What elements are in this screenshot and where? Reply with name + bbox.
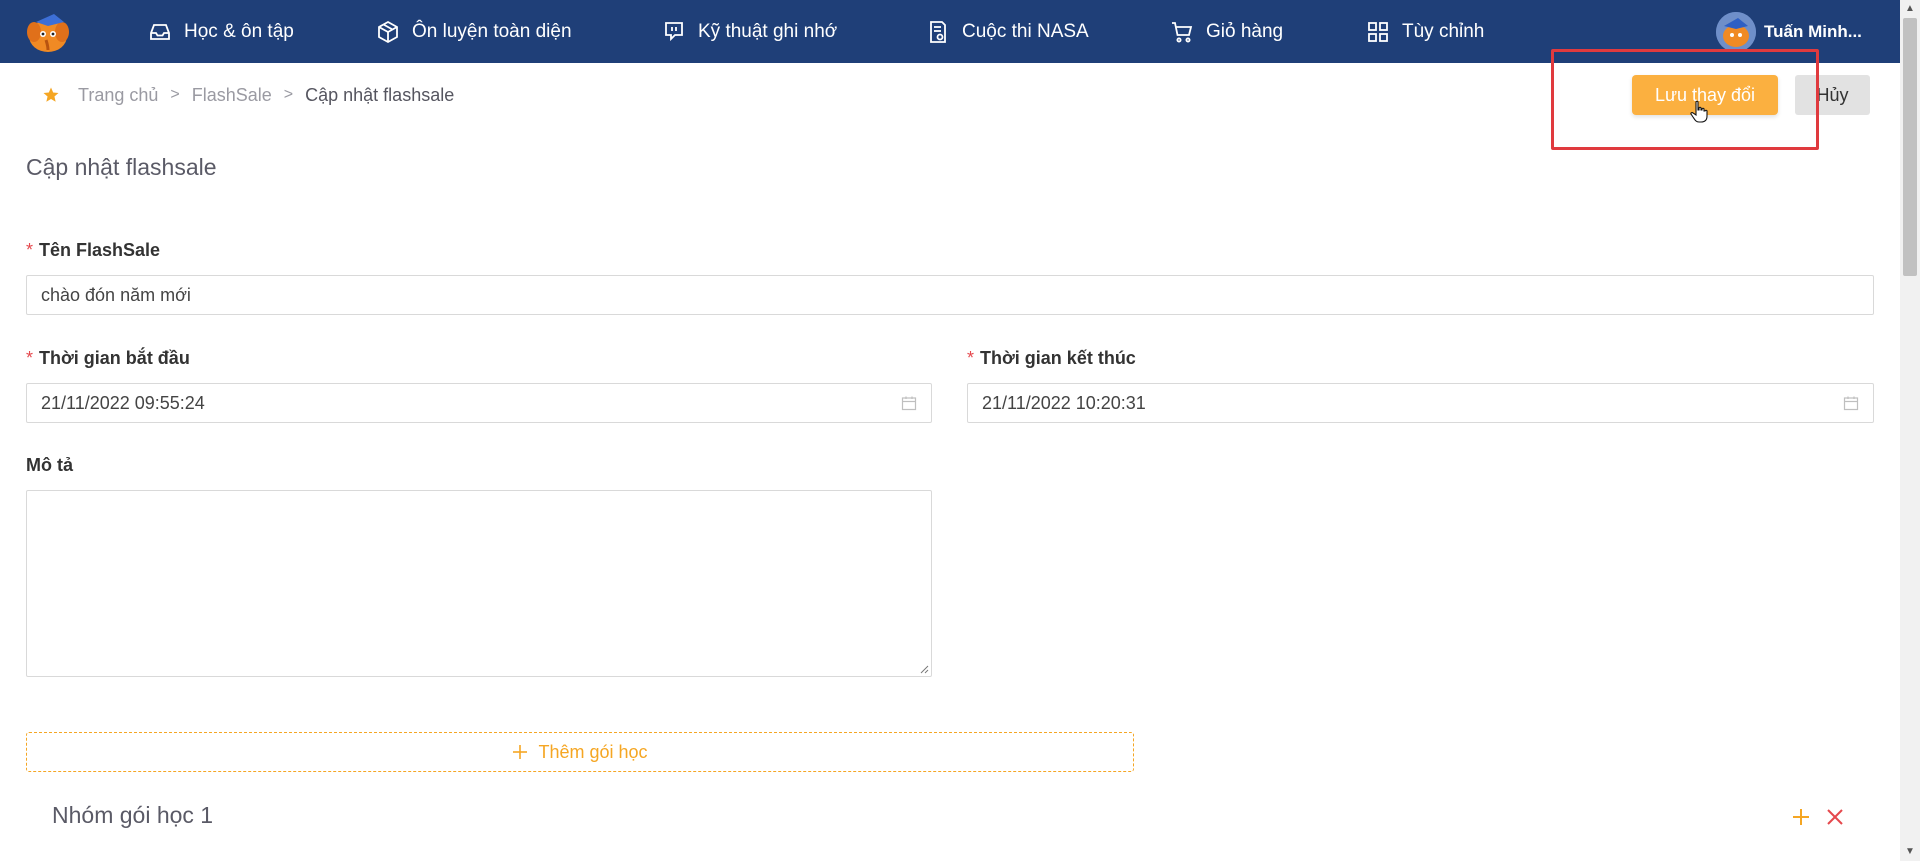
user-menu[interactable]: Tuấn Minh... (1716, 10, 1862, 54)
resize-handle-icon[interactable] (919, 664, 929, 674)
start-time-label: * Thời gian bắt đầu (26, 348, 190, 368)
inbox-icon (150, 23, 170, 40)
avatar (1716, 12, 1756, 52)
nav-item-tuy-chinh[interactable]: Tùy chỉnh (1366, 0, 1484, 63)
cancel-button[interactable]: Hủy (1795, 75, 1870, 115)
scroll-thumb[interactable] (1903, 18, 1917, 276)
scroll-up-arrow-icon[interactable]: ▲ (1904, 2, 1916, 16)
box-icon (378, 20, 398, 43)
add-package-button[interactable]: Thêm gói học (26, 732, 1134, 772)
breadcrumb: Trang chủ > FlashSale > Cập nhật flashsa… (42, 82, 454, 108)
calendar-icon[interactable] (1843, 395, 1859, 411)
cart-icon (1172, 21, 1193, 42)
nav-item-on-luyen-toan-dien[interactable]: Ôn luyện toàn diện (376, 0, 572, 63)
page-title: Cập nhật flashsale (26, 154, 217, 180)
package-group-title: Nhóm gói học 1 (52, 802, 214, 828)
breadcrumb-home[interactable]: Trang chủ (78, 85, 158, 106)
hand-cursor-icon (1690, 100, 1708, 123)
flashsale-name-input[interactable]: chào đón năm mới (26, 275, 1874, 315)
document-icon (930, 20, 946, 43)
end-time-picker[interactable]: 21/11/2022 10:20:31 (967, 383, 1874, 423)
app-logo[interactable] (24, 10, 72, 54)
required-mark: * (26, 240, 34, 260)
calendar-icon[interactable] (901, 395, 917, 411)
star-icon (43, 87, 59, 102)
add-group-icon[interactable] (1790, 806, 1812, 828)
end-time-label: * Thời gian kết thúc (967, 348, 1136, 368)
breadcrumb-separator: > (170, 86, 180, 103)
nav-item-cuoc-thi-nasa[interactable]: Cuộc thi NASA (926, 0, 1089, 63)
description-label: Mô tả (26, 455, 73, 475)
required-mark: * (967, 348, 975, 368)
top-navbar: Học & ôn tập Ôn luyện toàn diện Kỹ thuật… (0, 0, 1900, 63)
description-textarea[interactable] (26, 490, 932, 677)
required-mark: * (26, 348, 34, 368)
nav-item-hoc-on-tap[interactable]: Học & ôn tập (148, 0, 294, 63)
chat-icon (665, 21, 683, 41)
grid-icon (1368, 21, 1388, 42)
user-name: Tuấn Minh... (1764, 22, 1862, 41)
flashsale-name-label: * Tên FlashSale (26, 240, 161, 260)
nav-item-gio-hang[interactable]: Giỏ hàng (1170, 0, 1283, 63)
nav-item-ky-thuat-ghi-nho[interactable]: Kỹ thuật ghi nhớ (662, 0, 837, 63)
breadcrumb-flashsale[interactable]: FlashSale (192, 85, 272, 106)
breadcrumb-current: Cập nhật flashsale (305, 84, 455, 105)
page-scrollbar[interactable]: ▲ ▼ (1900, 0, 1920, 861)
scroll-down-arrow-icon[interactable]: ▼ (1904, 845, 1916, 859)
plus-icon (513, 745, 528, 759)
delete-group-icon[interactable] (1824, 806, 1846, 828)
start-time-picker[interactable]: 21/11/2022 09:55:24 (26, 383, 932, 423)
breadcrumb-separator: > (283, 86, 294, 103)
